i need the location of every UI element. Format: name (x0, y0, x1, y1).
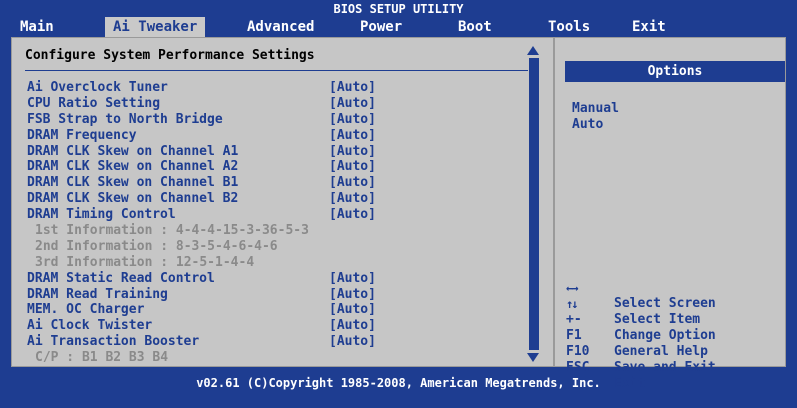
setting-row[interactable]: DRAM Timing Control [Auto] (27, 207, 527, 223)
setting-row[interactable]: DRAM Frequency [Auto] (27, 128, 527, 144)
info-row: 2nd Information : 8-3-5-4-6-4-6 (27, 239, 527, 255)
menu-item-boot[interactable]: Boot (458, 17, 492, 37)
menu-item-tools[interactable]: Tools (548, 17, 590, 37)
setting-value[interactable]: [Auto] (329, 287, 376, 303)
info-row: C/P : B1 B2 B3 B4 (27, 350, 527, 366)
help-row: ←→ Select Screen (566, 264, 786, 311)
setting-label: Ai Transaction Booster (27, 334, 200, 350)
setting-label: CPU Ratio Setting (27, 95, 161, 111)
scroll-down-arrow-icon[interactable] (527, 353, 539, 362)
menu-bar: Main Ai Tweaker Advanced Power Boot Tool… (0, 17, 797, 37)
setting-value[interactable]: [Auto] (329, 112, 376, 128)
bios-screen: BIOS SETUP UTILITY Main Ai Tweaker Advan… (0, 0, 797, 395)
setting-value[interactable]: [Auto] (329, 318, 376, 334)
help-row: F1 General Help (566, 312, 786, 359)
setting-value[interactable]: [Auto] (329, 159, 376, 175)
settings-pane: Configure System Performance Settings Ai… (12, 38, 549, 366)
menu-item-power[interactable]: Power (360, 17, 402, 37)
section-title: Configure System Performance Settings (25, 48, 315, 63)
setting-label: Ai Overclock Tuner (27, 80, 168, 95)
setting-label: DRAM Timing Control (27, 207, 176, 223)
setting-value[interactable]: [Auto] (329, 207, 376, 223)
main-panel: Configure System Performance Settings Ai… (11, 37, 787, 391)
options-list: Manual Auto (572, 101, 619, 133)
help-key: ESC (566, 360, 590, 375)
info-row: 1st Information : 4-4-4-15-3-36-5-3 (27, 223, 527, 239)
setting-row[interactable]: Ai Clock Twister [Auto] (27, 318, 527, 334)
setting-row[interactable]: DRAM Read Training [Auto] (27, 287, 527, 303)
scrollbar-thumb[interactable] (529, 58, 539, 350)
info-text: C/P : B1 B2 B3 B4 (35, 350, 169, 366)
setting-row[interactable]: Ai Transaction Booster [Auto] (27, 334, 527, 350)
setting-value[interactable]: [Auto] (329, 302, 376, 318)
options-header: Options (565, 61, 785, 82)
help-row: +- Change Option (566, 296, 786, 343)
setting-row[interactable]: MEM. OC Charger [Auto] (27, 302, 527, 318)
info-text: 3rd Information : 12-5-1-4-4 (35, 254, 255, 270)
setting-row[interactable]: Ai Overclock Tuner [Auto] (27, 80, 527, 96)
setting-value[interactable]: [Auto] (329, 334, 376, 350)
setting-label: Ai Clock Twister (27, 318, 153, 334)
info-text: 2nd Information : 8-3-5-4-6-4-6 (35, 238, 278, 254)
setting-row[interactable]: DRAM CLK Skew on Channel A1 [Auto] (27, 144, 527, 160)
info-row: 3rd Information : 12-5-1-4-4 (27, 255, 527, 271)
setting-value[interactable]: [Auto] (329, 191, 376, 207)
menu-item-exit[interactable]: Exit (632, 17, 666, 37)
setting-row[interactable]: DRAM Static Read Control [Auto] (27, 271, 527, 287)
settings-list: Ai Overclock Tuner [Auto] CPU Ratio Setti… (27, 80, 527, 366)
scroll-up-arrow-icon[interactable] (527, 46, 539, 55)
setting-value[interactable]: [Auto] (329, 175, 376, 191)
setting-row[interactable]: CPU Ratio Setting [Auto] (27, 96, 527, 112)
help-row: ESC Exit (566, 344, 786, 391)
section-divider (25, 70, 528, 71)
option-item-auto[interactable]: Auto (572, 117, 619, 133)
option-item-manual[interactable]: Manual (572, 101, 619, 117)
help-pane: Options Manual Auto ←→ Select Screen ↑↓ … (553, 38, 787, 391)
setting-label: DRAM Read Training (27, 286, 168, 302)
help-row: F10 Save and Exit (566, 328, 786, 375)
setting-label: DRAM Frequency (27, 127, 137, 143)
menu-item-advanced[interactable]: Advanced (247, 17, 314, 37)
setting-label: MEM. OC Charger (27, 302, 145, 318)
setting-row[interactable]: DRAM CLK Skew on Channel B2 [Auto] (27, 191, 527, 207)
setting-label: DRAM CLK Skew on Channel B1 (27, 175, 239, 191)
setting-value[interactable]: [Auto] (329, 80, 376, 96)
setting-value[interactable]: [Auto] (329, 271, 376, 287)
setting-label: FSB Strap to North Bridge (27, 111, 223, 127)
setting-label: DRAM CLK Skew on Channel B2 (27, 191, 239, 207)
setting-row[interactable]: DRAM CLK Skew on Channel B1 [Auto] (27, 175, 527, 191)
setting-label: DRAM Static Read Control (27, 270, 215, 286)
bios-title: BIOS SETUP UTILITY (333, 2, 464, 16)
menu-item-ai-tweaker[interactable]: Ai Tweaker (105, 17, 206, 37)
menu-item-main[interactable]: Main (20, 17, 54, 37)
setting-row[interactable]: DRAM CLK Skew on Channel A2 [Auto] (27, 159, 527, 175)
setting-value[interactable]: [Auto] (329, 144, 376, 160)
setting-label: DRAM CLK Skew on Channel A1 (27, 143, 239, 159)
info-text: 1st Information : 4-4-4-15-3-36-5-3 (35, 223, 309, 239)
copyright-footer: v02.61 (C)Copyright 1985-2008, American … (196, 376, 601, 390)
key-help: ←→ Select Screen ↑↓ Select Item +- Chang… (566, 264, 786, 391)
setting-value[interactable]: [Auto] (329, 96, 376, 112)
setting-label: DRAM CLK Skew on Channel A2 (27, 159, 239, 175)
setting-value[interactable]: [Auto] (329, 128, 376, 144)
help-row: ↑↓ Select Item (566, 280, 786, 327)
setting-row[interactable]: FSB Strap to North Bridge [Auto] (27, 112, 527, 128)
